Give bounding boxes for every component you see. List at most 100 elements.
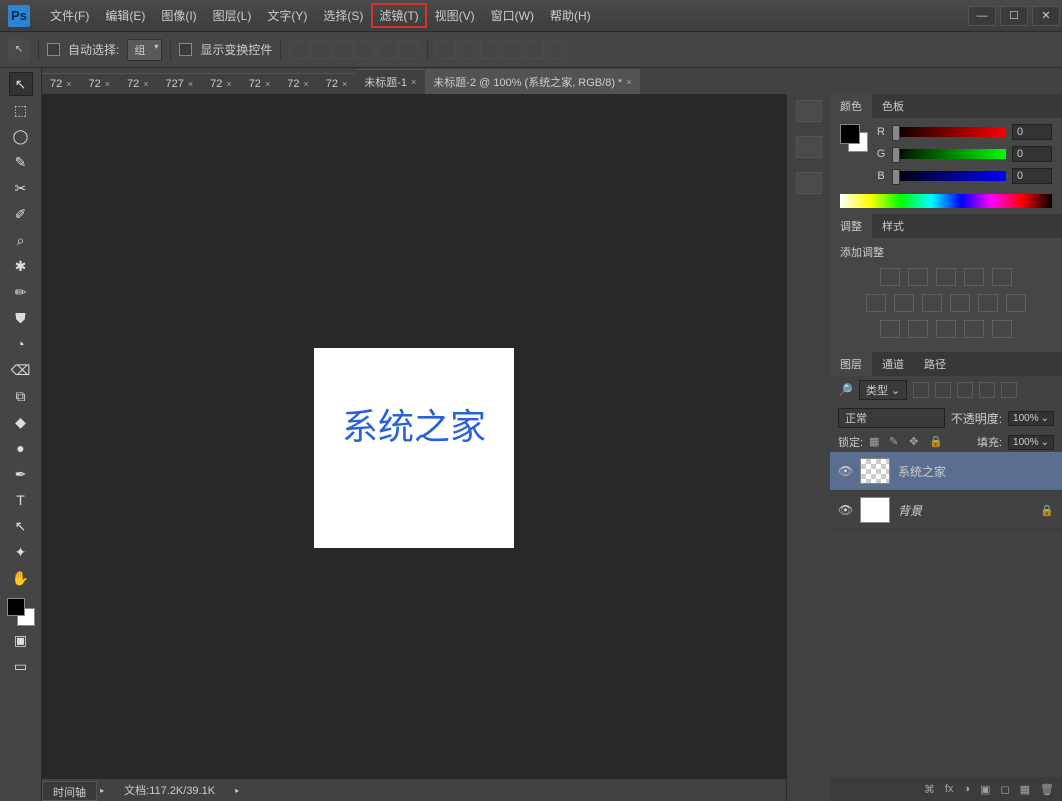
document-tab[interactable]: 72× [202, 73, 240, 94]
lock-position-icon[interactable]: ✥ [909, 435, 923, 449]
document-tab[interactable]: 72× [81, 73, 119, 94]
menu-image[interactable]: 图像(I) [153, 3, 204, 28]
distribute-button[interactable] [480, 41, 500, 59]
distribute-button[interactable] [524, 41, 544, 59]
move-tool[interactable]: ↖ [9, 72, 33, 96]
r-slider[interactable] [892, 127, 1006, 137]
foreground-color[interactable] [7, 598, 25, 616]
menu-view[interactable]: 视图(V) [427, 3, 483, 28]
balance-icon[interactable] [894, 294, 914, 312]
vibrance-icon[interactable] [992, 268, 1012, 286]
stamp-tool[interactable]: ✏ [9, 280, 33, 304]
tab-adjustments[interactable]: 调整 [830, 214, 872, 238]
posterize-icon[interactable] [908, 320, 928, 338]
levels-icon[interactable] [908, 268, 928, 286]
lock-paint-icon[interactable]: ✎ [889, 435, 903, 449]
menu-window[interactable]: 窗口(W) [483, 3, 542, 28]
fx-icon[interactable]: fx [945, 783, 954, 795]
auto-select-checkbox[interactable] [47, 43, 60, 56]
fill-value[interactable]: 100% ⌄ [1008, 435, 1054, 450]
tab-paths[interactable]: 路径 [914, 352, 956, 376]
shape-tool[interactable]: ↖ [9, 514, 33, 538]
b-value[interactable]: 0 [1012, 168, 1052, 184]
tab-swatches[interactable]: 色板 [872, 94, 914, 118]
b-slider[interactable] [892, 171, 1006, 181]
exposure-icon[interactable] [964, 268, 984, 286]
menu-layer[interactable]: 图层(L) [205, 3, 260, 28]
canvas-area[interactable]: 系统之家 100% ▸ 文档:117.2K/39.1K ▸ [42, 94, 786, 801]
chevron-icon[interactable]: ▸ [100, 786, 104, 795]
visibility-icon[interactable]: 👁 [838, 464, 852, 478]
layer-name[interactable]: 系统之家 [898, 463, 1054, 480]
threshold-icon[interactable] [936, 320, 956, 338]
filter-smart-icon[interactable] [1001, 382, 1017, 398]
menu-file[interactable]: 文件(F) [42, 3, 97, 28]
eraser-tool[interactable]: ◔ [9, 332, 33, 356]
g-slider[interactable] [892, 149, 1006, 159]
menu-filter[interactable]: 滤镜(T) [371, 3, 426, 28]
tab-layers[interactable]: 图层 [830, 352, 872, 376]
character-panel-icon[interactable] [796, 172, 822, 194]
menu-edit[interactable]: 编辑(E) [97, 3, 153, 28]
tab-channels[interactable]: 通道 [872, 352, 914, 376]
layer-thumbnail[interactable] [860, 497, 890, 523]
hue-icon[interactable] [866, 294, 886, 312]
history-panel-icon[interactable] [796, 100, 822, 122]
close-icon[interactable]: × [411, 77, 416, 87]
brush-tool[interactable]: ✱ [9, 254, 33, 278]
document-tab[interactable]: 72× [279, 73, 317, 94]
panel-swatch[interactable] [840, 124, 868, 152]
color-swatch[interactable] [7, 598, 35, 626]
lock-all-icon[interactable]: 🔒 [929, 435, 943, 449]
new-layer-icon[interactable]: ▦ [1020, 783, 1030, 796]
path-select-tool[interactable]: T [9, 488, 33, 512]
dodge-tool[interactable]: ◆ [9, 410, 33, 434]
align-button[interactable] [399, 41, 419, 59]
document-tab[interactable]: 未标题-1× [356, 69, 424, 94]
group-icon[interactable]: ◻ [1000, 783, 1009, 796]
eyedropper-tool[interactable]: ✐ [9, 202, 33, 226]
close-icon[interactable]: × [226, 79, 231, 89]
layer-name[interactable]: 背景 [898, 502, 1032, 519]
align-button[interactable] [377, 41, 397, 59]
selective-icon[interactable] [992, 320, 1012, 338]
show-transform-checkbox[interactable] [179, 43, 192, 56]
document-tab[interactable]: 72× [42, 73, 80, 94]
close-icon[interactable]: × [188, 79, 193, 89]
align-button[interactable] [333, 41, 353, 59]
close-icon[interactable]: × [143, 79, 148, 89]
link-layers-icon[interactable]: ⌘ [924, 783, 935, 796]
lookup-icon[interactable] [1006, 294, 1026, 312]
layer-row[interactable]: 👁 背景 🔒 [830, 491, 1062, 530]
zoom-tool[interactable]: ✋ [9, 566, 33, 590]
r-value[interactable]: 0 [1012, 124, 1052, 140]
blend-mode-dropdown[interactable]: 正常 [838, 408, 945, 428]
g-value[interactable]: 0 [1012, 146, 1052, 162]
history-brush-tool[interactable]: ⛊ [9, 306, 33, 330]
brightness-icon[interactable] [880, 268, 900, 286]
blur-tool[interactable]: ⧉ [9, 384, 33, 408]
crop-tool[interactable]: ✂ [9, 176, 33, 200]
close-icon[interactable]: × [303, 79, 308, 89]
filter-pixel-icon[interactable] [913, 382, 929, 398]
menu-type[interactable]: 文字(Y) [259, 3, 315, 28]
align-button[interactable] [311, 41, 331, 59]
document-tab[interactable]: 72× [241, 73, 279, 94]
hand-tool[interactable]: ✦ [9, 540, 33, 564]
fill-layer-icon[interactable]: ▣ [980, 783, 990, 796]
filter-adjust-icon[interactable] [935, 382, 951, 398]
lasso-tool[interactable]: ◯ [9, 124, 33, 148]
menu-select[interactable]: 选择(S) [315, 3, 371, 28]
document-tab[interactable]: 727× [158, 73, 202, 94]
document-tab-active[interactable]: 未标题-2 @ 100% (系统之家, RGB/8) *× [425, 69, 639, 94]
screenmode-tool[interactable]: ▭ [9, 654, 33, 678]
layer-row[interactable]: 👁 系统之家 [830, 452, 1062, 491]
document-tab[interactable]: 72× [119, 73, 157, 94]
maximize-button[interactable]: ☐ [1000, 6, 1028, 26]
canvas[interactable]: 系统之家 [314, 348, 514, 548]
invert-icon[interactable] [880, 320, 900, 338]
align-button[interactable] [289, 41, 309, 59]
quickmask-tool[interactable]: ▣ [9, 628, 33, 652]
lock-transparent-icon[interactable]: ▦ [869, 435, 883, 449]
properties-panel-icon[interactable] [796, 136, 822, 158]
